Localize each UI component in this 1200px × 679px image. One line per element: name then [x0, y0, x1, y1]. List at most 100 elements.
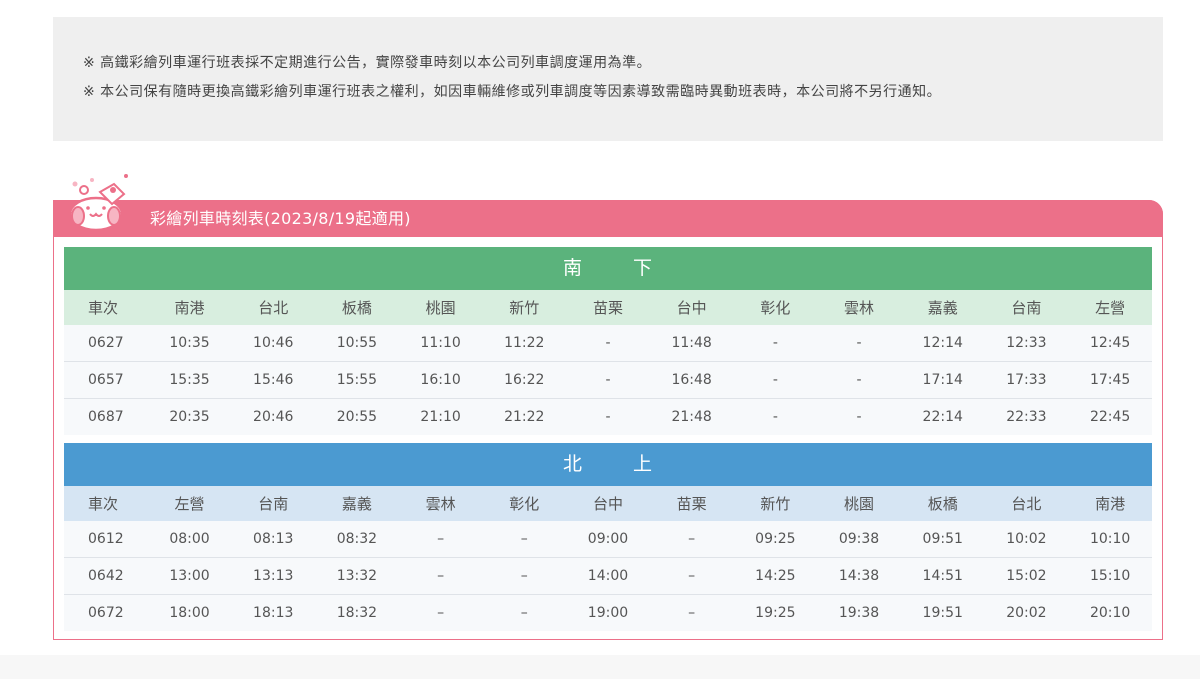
southbound-time-cell: 20:55: [315, 398, 399, 435]
southbound-column-header: 台南: [984, 290, 1069, 325]
northbound-train-number: 0672: [64, 594, 148, 631]
southbound-column-header: 台北: [231, 290, 316, 325]
southbound-time-cell: 16:10: [398, 361, 483, 399]
southbound-time-cell: 11:48: [649, 325, 734, 362]
northbound-direction-char-2: 上: [633, 453, 654, 475]
northbound-column-header: 南港: [1068, 486, 1152, 521]
southbound-time-cell: 10:35: [147, 325, 232, 362]
southbound-time-cell: 22:33: [984, 398, 1069, 435]
northbound-time-cell: 13:32: [315, 557, 399, 595]
northbound-table-row: 0612 08:00 08:13 08:32– –09:00–09:25 09:38 09:…: [64, 521, 1152, 558]
southbound-time-cell: 10:55: [315, 325, 399, 362]
page-bottom-strip: [0, 655, 1200, 679]
southbound-column-header: 彰化: [733, 290, 818, 325]
southbound-time-cell: -: [566, 361, 650, 399]
northbound-column-header: 台南: [231, 486, 316, 521]
northbound-table-row: 0642 13:00 13:13 13:32– –14:00–14:25 14:38 14:…: [64, 557, 1152, 595]
southbound-column-header: 左營: [1068, 290, 1152, 325]
northbound-time-cell: 18:32: [315, 594, 399, 631]
timetable-header: 彩繪列車時刻表(2023/8/19起適用): [53, 200, 1163, 237]
southbound-time-cell: 10:46: [231, 325, 316, 362]
northbound-time-cell: 15:10: [1068, 557, 1152, 595]
southbound-table-row: 0627 10:35 10:46 10:55 11:10 11:22-11:48- -12:…: [64, 325, 1152, 362]
timetable-panel: 彩繪列車時刻表(2023/8/19起適用) 南下 車次 南港 台北 板橋 桃園 新竹 苗栗台…: [53, 200, 1163, 640]
southbound-time-cell: 11:22: [482, 325, 567, 362]
southbound-time-cell: 12:45: [1068, 325, 1152, 362]
southbound-direction-char-1: 南: [562, 257, 583, 279]
southbound-time-cell: 22:45: [1068, 398, 1152, 435]
southbound-train-number: 0627: [64, 325, 148, 362]
southbound-column-header: 車次: [64, 290, 148, 325]
southbound-time-cell: -: [566, 398, 650, 435]
northbound-time-cell: 14:25: [733, 557, 818, 595]
southbound-direction-char-2: 下: [633, 257, 654, 279]
northbound-time-cell: 08:32: [315, 521, 399, 558]
northbound-time-cell: 10:10: [1068, 521, 1152, 558]
northbound-time-cell: 09:51: [900, 521, 985, 558]
southbound-time-cell: -: [733, 361, 818, 399]
southbound-column-header: 苗栗: [566, 290, 650, 325]
northbound-time-cell: 15:02: [984, 557, 1069, 595]
southbound-column-header: 台中: [649, 290, 734, 325]
northbound-column-header: 苗栗: [649, 486, 734, 521]
southbound-section: 南 下 車次 南港 台北 板橋 桃園 新竹 苗栗 台中 彰化 雲林 嘉義 台南 左營 0627 10:35 1…: [64, 247, 1152, 435]
northbound-column-header: 板橋: [900, 486, 985, 521]
southbound-time-cell: 11:10: [398, 325, 483, 362]
northbound-time-cell: 18:00: [147, 594, 232, 631]
southbound-time-cell: 20:35: [147, 398, 232, 435]
southbound-table: 車次 南港 台北 板橋 桃園 新竹 苗栗 台中 彰化 雲林 嘉義 台南 左營 0627 10:35 10:4…: [64, 290, 1152, 435]
southbound-time-cell: 15:46: [231, 361, 316, 399]
southbound-time-cell: 15:55: [315, 361, 399, 399]
northbound-time-cell: –: [398, 521, 483, 558]
northbound-column-header: 台中: [566, 486, 650, 521]
northbound-train-number: 0642: [64, 557, 148, 595]
timetable-title: 彩繪列車時刻表(2023/8/19起適用): [150, 209, 411, 228]
northbound-time-cell: 14:38: [817, 557, 901, 595]
southbound-train-number: 0657: [64, 361, 148, 399]
southbound-column-header: 南港: [147, 290, 232, 325]
northbound-column-header: 嘉義: [315, 486, 399, 521]
mascot-icon: [68, 174, 128, 232]
southbound-time-cell: 15:35: [147, 361, 232, 399]
northbound-table: 車次 左營 台南 嘉義 雲林 彰化 台中 苗栗 新竹 桃園 板橋 台北 南港 0612 08:00 08:1…: [64, 486, 1152, 631]
northbound-time-cell: 08:00: [147, 521, 232, 558]
northbound-direction-char-1: 北: [562, 453, 583, 475]
southbound-time-cell: 12:33: [984, 325, 1069, 362]
southbound-time-cell: 21:48: [649, 398, 734, 435]
northbound-time-cell: 14:00: [566, 557, 650, 595]
northbound-time-cell: –: [398, 594, 483, 631]
southbound-time-cell: 21:22: [482, 398, 567, 435]
northbound-column-header: 左營: [147, 486, 232, 521]
southbound-time-cell: 16:48: [649, 361, 734, 399]
northbound-time-cell: 14:51: [900, 557, 985, 595]
northbound-time-cell: 09:25: [733, 521, 818, 558]
northbound-time-cell: 20:10: [1068, 594, 1152, 631]
northbound-time-cell: –: [649, 557, 734, 595]
southbound-time-cell: -: [566, 325, 650, 362]
southbound-time-cell: -: [733, 398, 818, 435]
northbound-time-cell: 19:38: [817, 594, 901, 631]
southbound-time-cell: 21:10: [398, 398, 483, 435]
northbound-time-cell: 13:13: [231, 557, 316, 595]
northbound-time-cell: –: [482, 594, 567, 631]
southbound-time-cell: -: [817, 361, 901, 399]
northbound-column-header: 桃園: [817, 486, 901, 521]
notice-line-2: ※ 本公司保有隨時更換高鐵彩繪列車運行班表之權利，如因車輛維修或列車調度等因素導…: [83, 84, 942, 100]
northbound-table-row: 0672 18:00 18:13 18:32– –19:00–19:25 19:38 19:…: [64, 594, 1152, 631]
southbound-time-cell: -: [817, 398, 901, 435]
northbound-train-number: 0612: [64, 521, 148, 558]
northbound-direction-bar: 北上: [64, 443, 1152, 486]
southbound-time-cell: -: [733, 325, 818, 362]
northbound-time-cell: 10:02: [984, 521, 1069, 558]
southbound-column-header: 桃園: [398, 290, 483, 325]
northbound-time-cell: 08:13: [231, 521, 316, 558]
southbound-table-row: 0657 15:35 15:46 15:55 16:10 16:22-16:48- -17:…: [64, 361, 1152, 399]
southbound-time-cell: 17:14: [900, 361, 985, 399]
northbound-time-cell: –: [649, 594, 734, 631]
southbound-column-header: 新竹: [482, 290, 567, 325]
northbound-section: 北上 車次 左營 台南 嘉義 雲林 彰化 台中 苗栗 新竹 桃園 板橋 台北 南港 0612 08:00 0…: [64, 443, 1152, 631]
southbound-time-cell: 17:33: [984, 361, 1069, 399]
northbound-time-cell: 09:00: [566, 521, 650, 558]
notice-line-1: ※ 高鐵彩繪列車運行班表採不定期進行公告，實際發車時刻以本公司列車調度運用為準。: [83, 55, 652, 71]
northbound-column-header: 雲林: [398, 486, 483, 521]
